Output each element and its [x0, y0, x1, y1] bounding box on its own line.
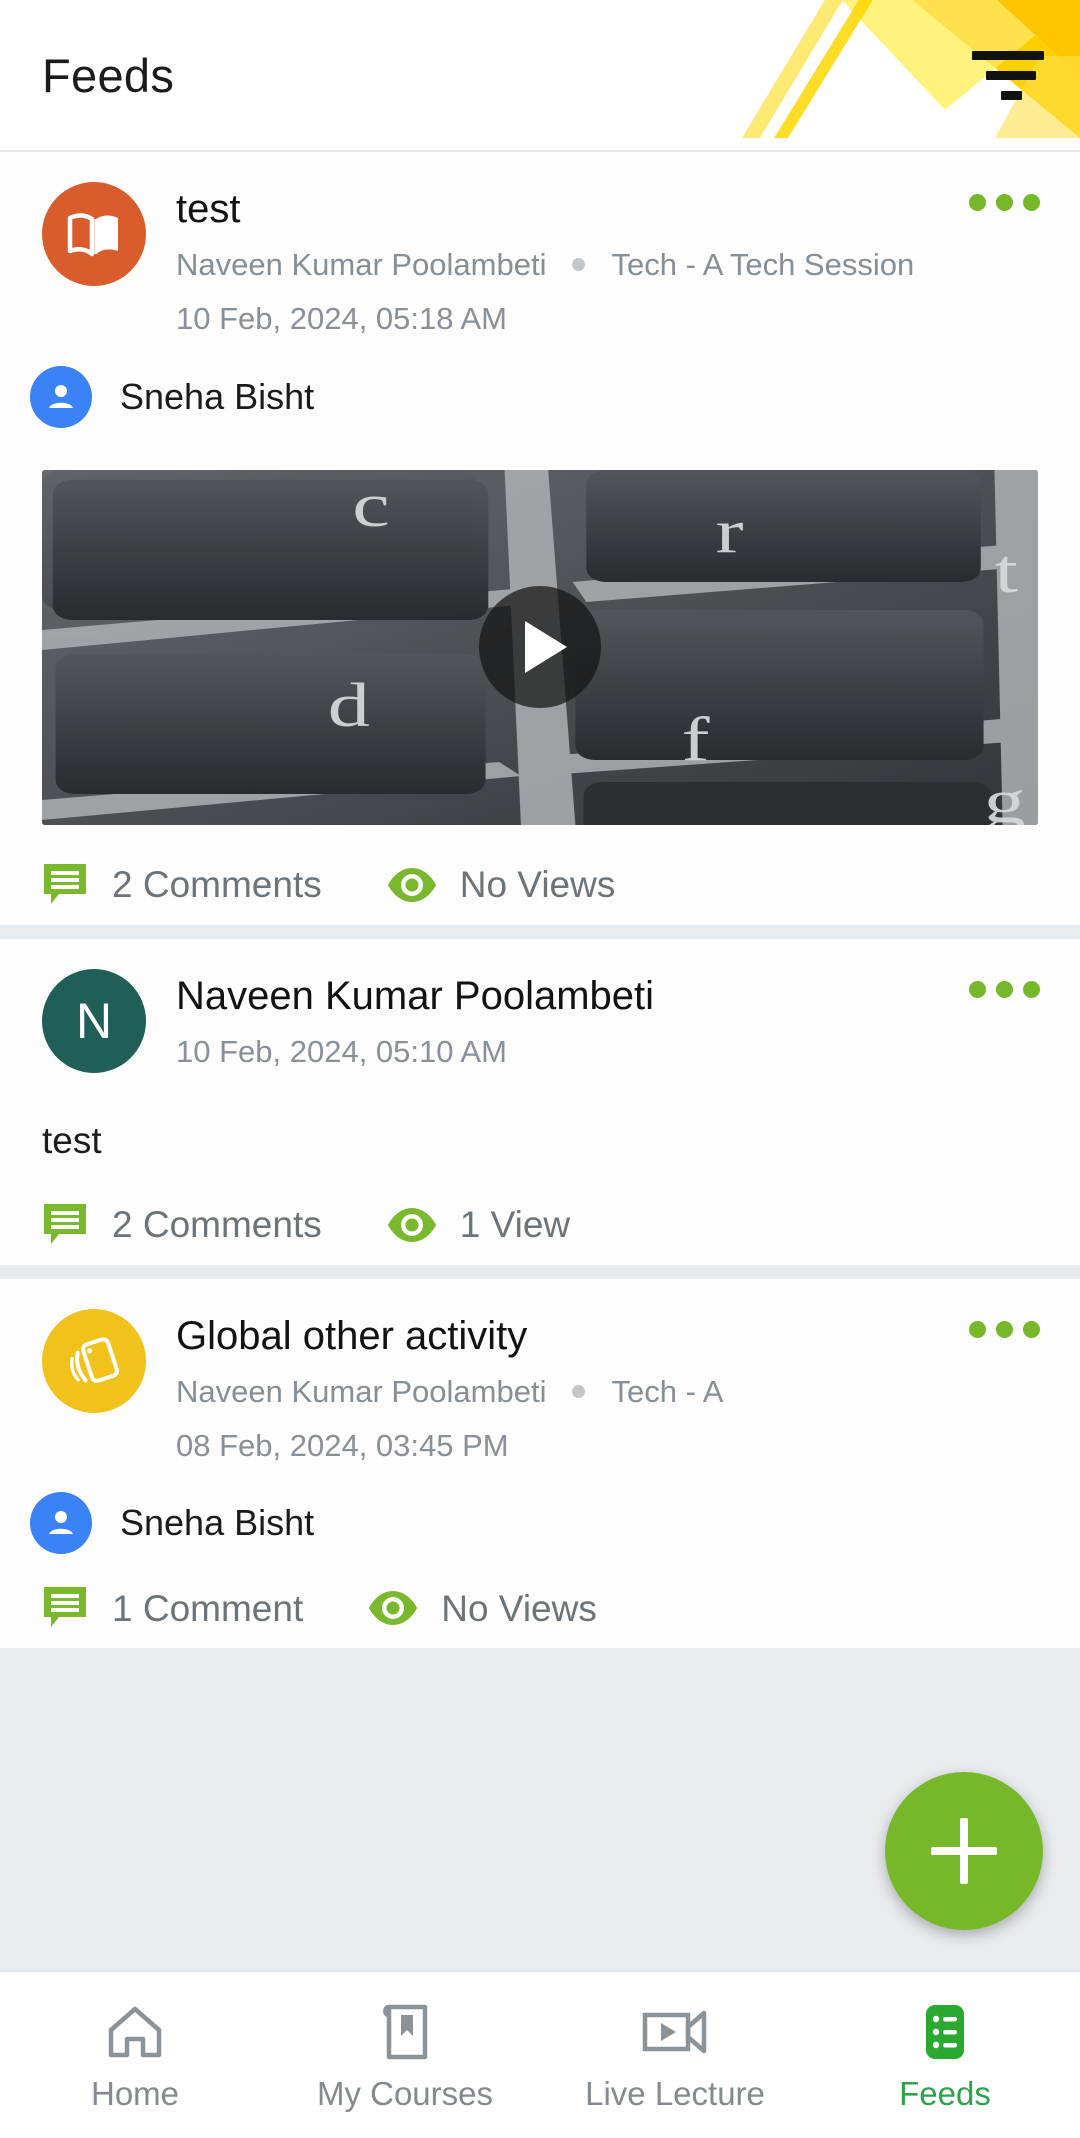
post-author: Naveen Kumar Poolambeti: [176, 247, 547, 282]
post-meta: Naveen Kumar Poolambeti 10 Feb, 2024, 05…: [176, 969, 1044, 1073]
nav-item-my-courses[interactable]: My Courses: [270, 1972, 540, 2138]
person-icon: [49, 384, 73, 408]
post-body-text: test: [42, 1119, 102, 1161]
eye-icon: [387, 867, 436, 902]
feed-post-card[interactable]: test Naveen Kumar Poolambeti Tech - A Te…: [0, 152, 1080, 925]
nav-label: Feeds: [899, 2074, 991, 2112]
post-header: test Naveen Kumar Poolambeti Tech - A Te…: [0, 152, 1080, 340]
post-meta: test Naveen Kumar Poolambeti Tech - A Te…: [176, 182, 1044, 340]
post-header: Global other activity Naveen Kumar Poola…: [0, 1279, 1080, 1467]
video-camera-icon: [642, 2001, 708, 2063]
post-avatar: [42, 182, 146, 286]
post-meta: Global other activity Naveen Kumar Poola…: [176, 1309, 1044, 1467]
nav-item-home[interactable]: Home: [0, 1972, 270, 2138]
more-options-icon[interactable]: [961, 973, 1048, 1006]
comments-stat[interactable]: 2 Comments: [42, 861, 322, 909]
post-stats: 1 Comment No Views: [0, 1554, 1080, 1632]
book-icon: [379, 2001, 431, 2063]
activity-card-icon: [70, 1337, 119, 1383]
tagged-user-row[interactable]: Sneha Bisht: [0, 340, 1080, 428]
eye-icon: [369, 1591, 418, 1626]
feed-post-card[interactable]: Global other activity Naveen Kumar Poola…: [0, 1278, 1080, 1649]
views-stat[interactable]: No Views: [386, 864, 616, 906]
avatar: [30, 365, 92, 428]
post-avatar: [42, 1308, 146, 1413]
feed-post-card[interactable]: N Naveen Kumar Poolambeti 10 Feb, 2024, …: [0, 938, 1080, 1265]
nav-label: Home: [90, 2074, 180, 2112]
views-stat[interactable]: 1 View: [386, 1206, 570, 1244]
nav-item-live-lecture[interactable]: Live Lecture: [540, 1972, 810, 2138]
post-date: 10 Feb, 2024, 05:18 AM: [176, 300, 507, 336]
post-date: 08 Feb, 2024, 03:45 PM: [176, 1427, 509, 1463]
post-date: 10 Feb, 2024, 05:10 AM: [176, 1033, 507, 1069]
post-author: Naveen Kumar Poolambeti: [176, 1373, 547, 1409]
nav-label: My Courses: [316, 2074, 494, 2112]
app-header: Feeds: [0, 0, 1080, 152]
tagged-user-name: Sneha Bisht: [120, 1502, 315, 1544]
post-title: Global other activity: [176, 1313, 528, 1358]
play-button[interactable]: [479, 586, 601, 709]
comments-stat[interactable]: 2 Comments: [42, 1201, 322, 1249]
post-stats: 2 Comments 1 View: [0, 1165, 1080, 1249]
comments-count-label: 2 Comments: [112, 864, 322, 906]
more-options-icon[interactable]: [961, 1313, 1048, 1346]
page-title: Feeds: [42, 48, 175, 102]
post-stats: 2 Comments No Views: [0, 825, 1080, 909]
feed-list[interactable]: test Naveen Kumar Poolambeti Tech - A Te…: [0, 152, 1080, 1970]
post-subtitle: Naveen Kumar Poolambeti Tech - A Tech Se…: [176, 244, 1044, 286]
filter-menu-icon[interactable]: [966, 39, 1044, 111]
views-count-label: 1 View: [459, 1204, 571, 1246]
comment-icon: [44, 1203, 86, 1244]
post-title: test: [176, 187, 241, 231]
tagged-user-name: Sneha Bisht: [120, 375, 315, 417]
views-stat[interactable]: No Views: [367, 1589, 597, 1627]
open-book-icon: [67, 213, 118, 257]
home-icon: [106, 2001, 164, 2063]
bottom-navigation: Home My Courses Live Lecture Feeds: [0, 1970, 1080, 2138]
separator-dot-icon: [572, 258, 586, 272]
comment-icon: [44, 863, 86, 904]
post-avatar: N: [42, 968, 146, 1073]
tagged-user-row[interactable]: Sneha Bisht: [0, 1466, 1080, 1555]
feed-list-icon: [922, 2001, 968, 2063]
video-thumbnail[interactable]: c r t d f g: [42, 469, 1038, 825]
eye-icon: [387, 1207, 436, 1242]
separator-dot-icon: [572, 1385, 586, 1399]
comments-count-label: 2 Comments: [112, 1204, 322, 1246]
post-title: Naveen Kumar Poolambeti: [176, 973, 655, 1018]
person-icon: [49, 1511, 73, 1535]
more-options-icon[interactable]: [961, 186, 1048, 219]
post-subtitle: Naveen Kumar Poolambeti Tech - A: [176, 1371, 1044, 1413]
avatar-initial: N: [75, 992, 113, 1049]
comments-stat[interactable]: 1 Comment: [42, 1584, 303, 1632]
post-course: Tech - A Tech Session: [611, 247, 915, 282]
add-post-fab[interactable]: [885, 1772, 1043, 1930]
avatar: [30, 1492, 92, 1555]
app-screen: Feeds test Naveen Kumar Poolambeti Tech …: [0, 0, 1080, 2138]
comments-count-label: 1 Comment: [112, 1587, 304, 1629]
views-count-label: No Views: [441, 1587, 597, 1629]
views-count-label: No Views: [459, 864, 616, 906]
comment-icon: [44, 1587, 86, 1628]
nav-label: Live Lecture: [585, 2074, 765, 2112]
nav-item-feeds[interactable]: Feeds: [810, 1972, 1080, 2138]
post-header: N Naveen Kumar Poolambeti 10 Feb, 2024, …: [0, 939, 1080, 1073]
post-course: Tech - A: [611, 1373, 724, 1409]
